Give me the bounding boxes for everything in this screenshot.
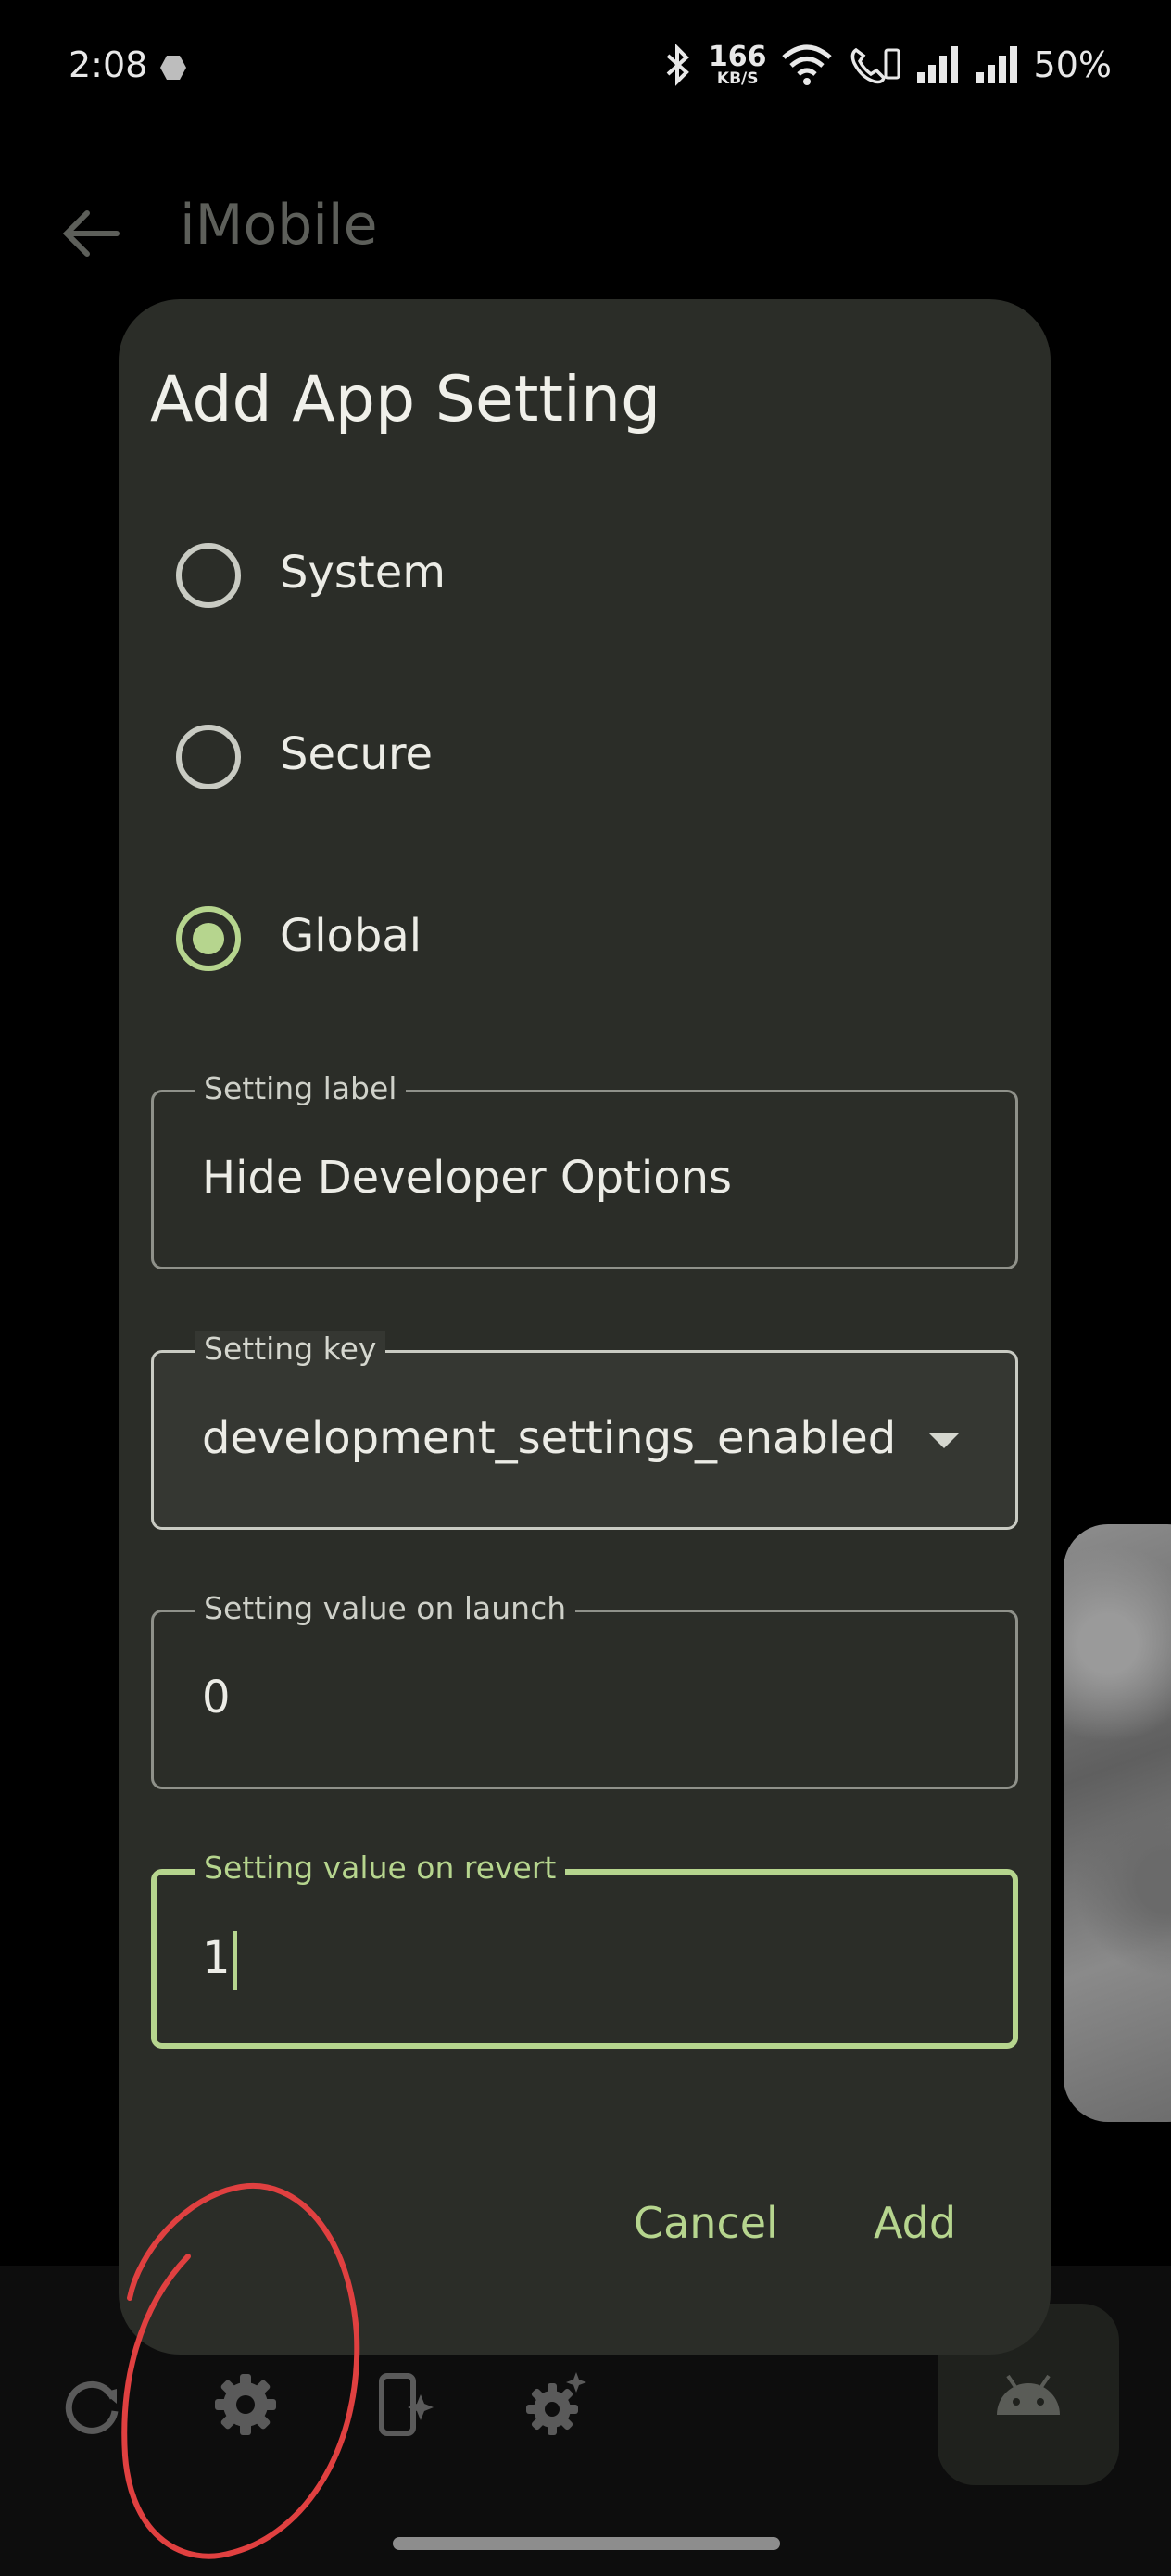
battery-percent: 50% bbox=[1033, 44, 1112, 85]
net-speed: 166 KB/S bbox=[708, 40, 767, 88]
status-time: 2:08 bbox=[69, 44, 148, 85]
setting-key-value[interactable]: development_settings_enabled bbox=[202, 1412, 896, 1464]
radio-label-secure[interactable]: Secure bbox=[280, 728, 433, 780]
signal-2-icon bbox=[976, 46, 1017, 83]
app-title: iMobile bbox=[180, 193, 378, 258]
value-on-revert-text: 1 bbox=[202, 1932, 231, 1984]
status-bar: 2:08 166 KB/S 50% bbox=[0, 0, 1171, 139]
radio-secure[interactable] bbox=[176, 725, 241, 789]
radio-label-system[interactable]: System bbox=[280, 547, 446, 599]
status-icons: 166 KB/S 50% bbox=[659, 43, 1112, 87]
setting-label-legend: Setting label bbox=[195, 1070, 407, 1107]
signal-1-icon bbox=[916, 46, 958, 83]
value-on-revert-legend: Setting value on revert bbox=[195, 1850, 566, 1887]
value-on-launch-legend: Setting value on launch bbox=[195, 1590, 576, 1627]
setting-key-dropdown[interactable]: Setting key development_settings_enabled bbox=[151, 1331, 1018, 1530]
setting-key-legend: Setting key bbox=[195, 1331, 386, 1368]
add-button[interactable]: Add bbox=[874, 2198, 956, 2248]
setting-label-field[interactable]: Setting label Hide Developer Options bbox=[151, 1070, 1018, 1269]
home-indicator[interactable] bbox=[393, 2537, 780, 2550]
value-on-launch-field[interactable]: Setting value on launch 0 bbox=[151, 1590, 1018, 1789]
app-bar bbox=[0, 176, 1171, 287]
dropdown-arrow-icon[interactable] bbox=[928, 1433, 960, 1448]
gear-sparkle-icon[interactable] bbox=[523, 2370, 591, 2439]
wifi-calling-icon bbox=[850, 47, 900, 84]
text-cursor bbox=[232, 1931, 237, 1990]
setting-label-value[interactable]: Hide Developer Options bbox=[202, 1152, 732, 1204]
android-icon bbox=[997, 2374, 1060, 2415]
bluetooth-icon bbox=[666, 44, 689, 86]
cancel-button[interactable]: Cancel bbox=[634, 2198, 778, 2248]
radio-label-global[interactable]: Global bbox=[280, 910, 422, 962]
gear-icon[interactable] bbox=[211, 2370, 280, 2439]
value-on-launch-value[interactable]: 0 bbox=[202, 1672, 231, 1724]
back-arrow-icon[interactable] bbox=[57, 206, 122, 261]
radio-system[interactable] bbox=[176, 543, 241, 608]
radio-global[interactable] bbox=[176, 906, 241, 971]
wifi-icon bbox=[781, 44, 832, 85]
notification-hex-icon bbox=[160, 56, 186, 80]
value-on-revert-input[interactable]: 1 bbox=[202, 1931, 237, 1990]
side-image-card bbox=[1064, 1524, 1171, 2122]
refresh-icon[interactable] bbox=[57, 2370, 126, 2439]
dialog-title: Add App Setting bbox=[150, 363, 661, 436]
app-sparkle-icon[interactable] bbox=[371, 2370, 439, 2439]
value-on-revert-field[interactable]: Setting value on revert 1 bbox=[151, 1850, 1018, 2049]
